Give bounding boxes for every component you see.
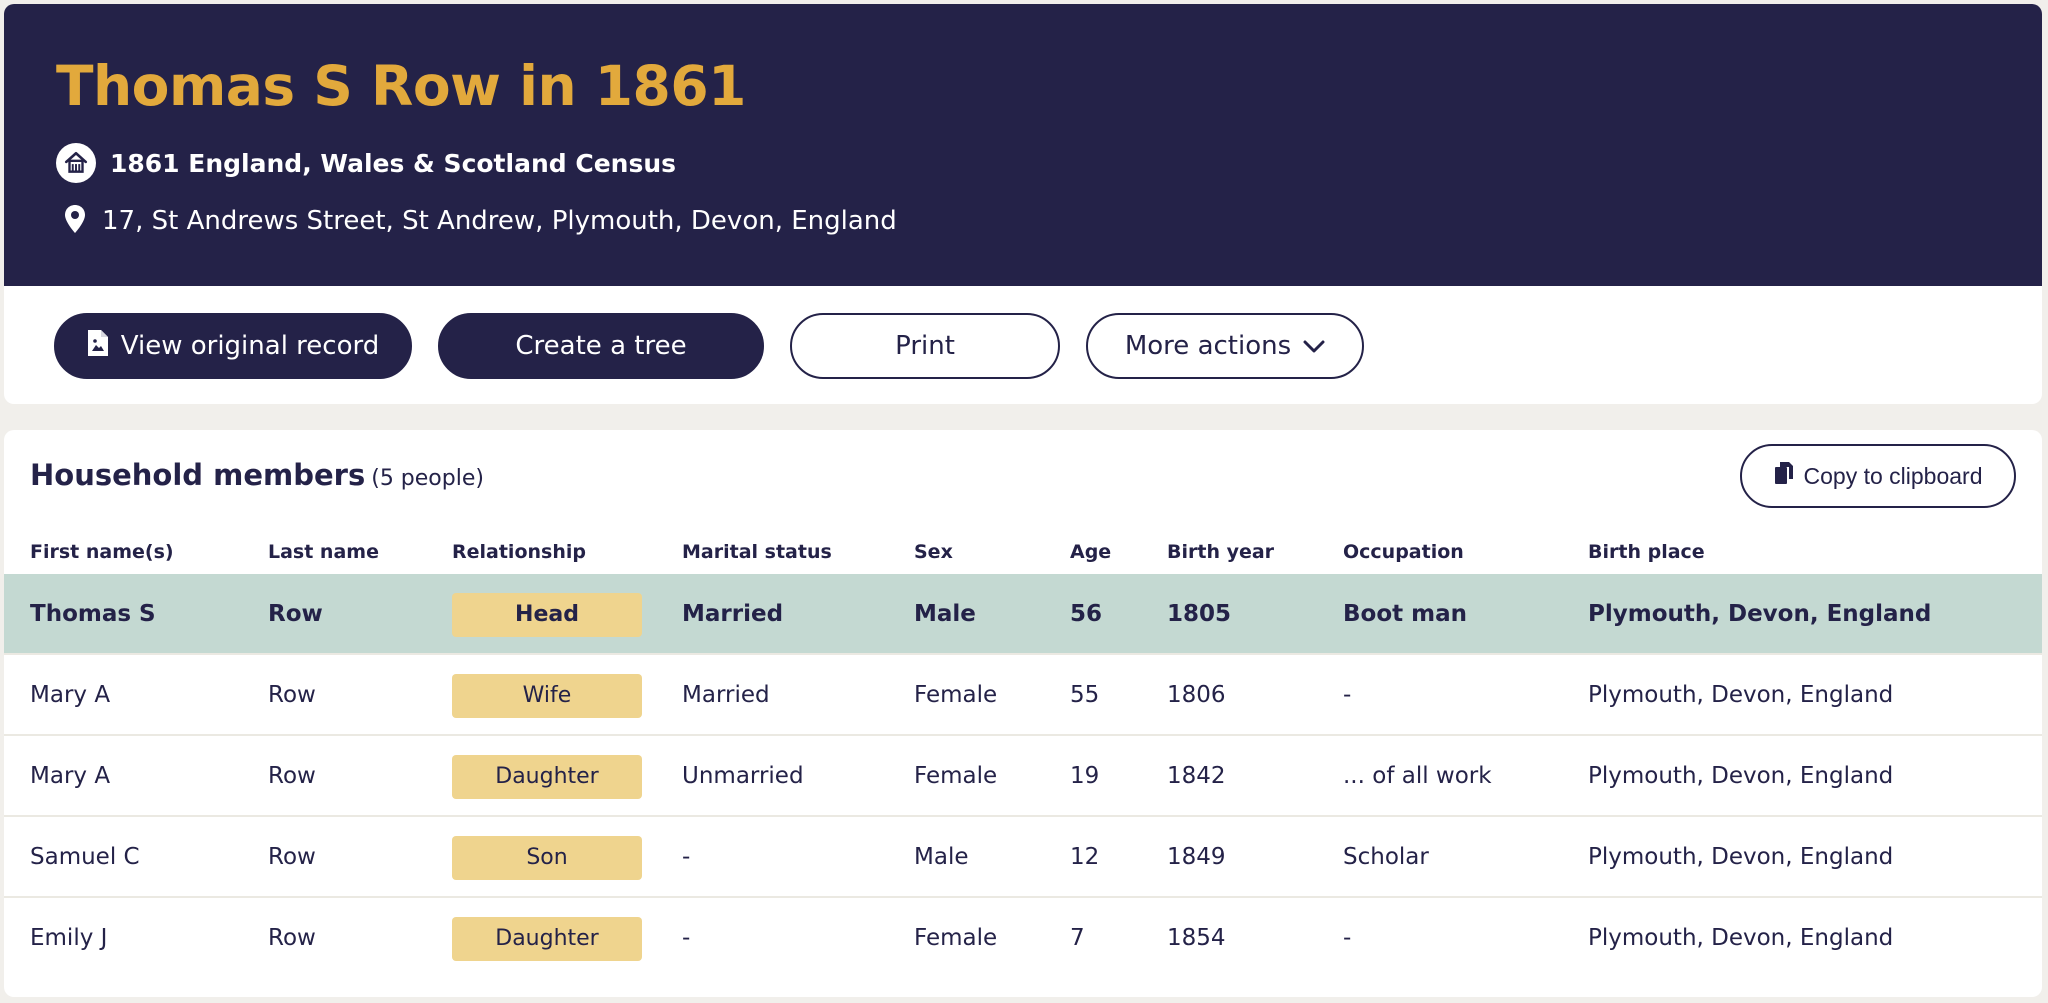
cell-marital-status: Married [682,601,784,627]
cell-birth-place: Plymouth, Devon, England [1588,682,1894,708]
print-label: Print [895,331,955,361]
column-header-sex: Sex [914,541,953,563]
cell-last-name: Row [268,925,316,951]
relationship-badge: Wife [452,674,642,718]
cell-marital-status: Unmarried [682,763,804,789]
column-header-birth-year: Birth year [1167,541,1275,563]
cell-occupation: ... of all work [1343,763,1492,789]
cell-sex: Male [914,601,976,627]
cell-first-name: Thomas S [30,601,156,627]
column-header-marital-status: Marital status [682,541,832,563]
household-members-card: Household members (5 people) Copy to cli… [4,430,2042,997]
cell-occupation: Scholar [1343,844,1429,870]
cell-age: 55 [1070,682,1100,708]
more-actions-button[interactable]: More actions [1086,313,1364,379]
cell-first-name: Mary A [30,763,111,789]
household-table-header: First name(s) Last name Relationship Mar… [4,530,2042,574]
copy-to-clipboard-label: Copy to clipboard [1803,462,1983,489]
cell-last-name: Row [268,682,316,708]
record-banner: Thomas S Row in 1861 1861 England, Wales… [4,4,2042,286]
cell-last-name: Row [268,601,323,627]
column-header-birth-place: Birth place [1588,541,1705,563]
cell-sex: Male [914,844,969,870]
record-actions: View original record Create a tree Print… [54,313,1364,379]
cell-marital-status: Married [682,682,770,708]
cell-last-name: Row [268,844,316,870]
cell-birth-year: 1842 [1167,763,1226,789]
column-header-relationship: Relationship [452,541,586,563]
cell-marital-status: - [682,925,691,951]
view-original-record-label: View original record [120,331,380,361]
column-header-occupation: Occupation [1343,541,1464,563]
cell-birth-year: 1849 [1167,844,1226,870]
cell-birth-place: Plymouth, Devon, England [1588,844,1894,870]
more-actions-label: More actions [1124,331,1292,361]
column-header-last-name: Last name [268,541,379,563]
table-row[interactable]: Thomas S Row Head Married Male 56 1805 B… [4,574,2042,655]
table-row[interactable]: Mary A Row Daughter Unmarried Female 19 … [4,736,2042,817]
table-row[interactable]: Samuel C Row Son - Male 12 1849 Scholar … [4,817,2042,898]
cell-first-name: Emily J [30,925,108,951]
cell-age: 19 [1070,763,1100,789]
cell-first-name: Mary A [30,682,111,708]
cell-age: 12 [1070,844,1100,870]
print-button[interactable]: Print [790,313,1060,379]
cell-sex: Female [914,763,998,789]
table-row[interactable]: Emily J Row Daughter - Female 7 1854 - P… [4,898,2042,979]
relationship-badge: Daughter [452,917,642,961]
cell-birth-place: Plymouth, Devon, England [1588,601,1932,627]
chevron-down-icon [1303,331,1325,361]
cell-birth-year: 1805 [1167,601,1232,627]
view-original-record-button[interactable]: View original record [54,313,412,379]
cell-occupation: - [1343,682,1352,708]
cell-occupation: Boot man [1343,601,1467,627]
cell-birth-place: Plymouth, Devon, England [1588,925,1894,951]
cell-age: 56 [1070,601,1103,627]
census-name: 1861 England, Wales & Scotland Census [110,148,677,178]
house-icon [56,143,96,183]
cell-occupation: - [1343,925,1352,951]
relationship-badge: Head [452,593,642,637]
cell-sex: Female [914,925,998,951]
address-text: 17, St Andrews Street, St Andrew, Plymou… [102,206,897,236]
household-heading: Household members (5 people) [30,458,484,492]
cell-sex: Female [914,682,998,708]
map-pin-icon [64,204,86,238]
cell-last-name: Row [268,763,316,789]
document-image-icon [87,329,109,364]
create-tree-button[interactable]: Create a tree [438,313,764,379]
table-row[interactable]: Mary A Row Wife Married Female 55 1806 -… [4,655,2042,736]
copy-icon [1774,461,1794,491]
relationship-badge: Son [452,836,642,880]
household-count: (5 people) [371,466,484,491]
relationship-badge: Daughter [452,755,642,799]
cell-birth-year: 1806 [1167,682,1226,708]
record-address: 17, St Andrews Street, St Andrew, Plymou… [64,200,897,242]
record-header-card: Thomas S Row in 1861 1861 England, Wales… [4,4,2042,404]
cell-marital-status: - [682,844,691,870]
household-title: Household members [30,458,366,492]
copy-to-clipboard-button[interactable]: Copy to clipboard [1740,444,2016,508]
column-header-age: Age [1070,541,1112,563]
census-source: 1861 England, Wales & Scotland Census [56,142,676,184]
page-title: Thomas S Row in 1861 [56,54,746,118]
cell-first-name: Samuel C [30,844,140,870]
cell-birth-place: Plymouth, Devon, England [1588,763,1894,789]
cell-age: 7 [1070,925,1085,951]
cell-birth-year: 1854 [1167,925,1226,951]
create-tree-label: Create a tree [515,331,687,361]
household-table-body: Thomas S Row Head Married Male 56 1805 B… [4,574,2042,979]
column-header-first-name: First name(s) [30,541,174,563]
page: Thomas S Row in 1861 1861 England, Wales… [0,0,2048,1003]
